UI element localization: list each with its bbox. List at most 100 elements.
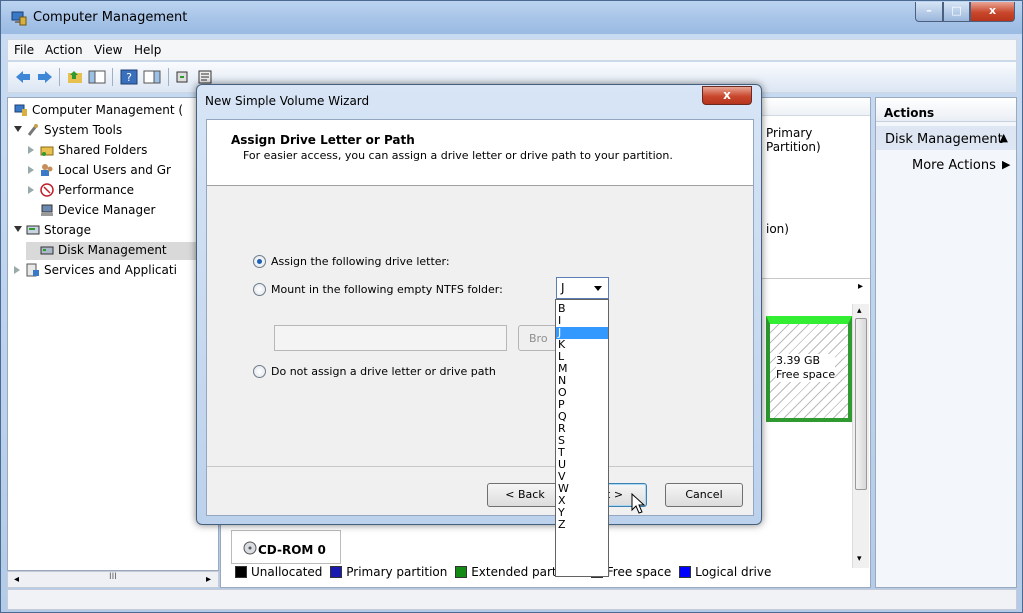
scroll-left-icon[interactable]: ◂ <box>14 574 19 585</box>
help-icon[interactable]: ? <box>120 69 138 85</box>
collapsed-arrow-icon[interactable] <box>14 266 20 274</box>
disk-vertical-scrollbar[interactable]: ▴ ▾ <box>852 304 869 568</box>
toolbar-separator <box>168 68 169 86</box>
back-arrow-icon[interactable] <box>14 69 32 85</box>
cancel-button[interactable]: Cancel <box>665 483 743 507</box>
scroll-right-icon[interactable]: ▸ <box>858 281 863 292</box>
shared-folder-icon <box>40 146 54 156</box>
device-manager-icon <box>41 204 53 216</box>
tree-item-device-manager[interactable]: Device Manager <box>26 202 218 220</box>
tree-item-system-tools[interactable]: System Tools <box>12 122 218 140</box>
tree-item-performance[interactable]: Performance <box>26 182 218 200</box>
more-actions-item[interactable]: More Actions ▶ <box>912 158 1010 173</box>
scroll-down-icon[interactable]: ▾ <box>857 554 862 564</box>
drive-letter-option[interactable]: B <box>556 303 608 315</box>
scroll-up-icon[interactable]: ▴ <box>857 306 862 316</box>
expanded-arrow-icon[interactable] <box>14 226 22 232</box>
tree-item-local-users[interactable]: Local Users and Gr <box>26 162 218 180</box>
wizard-subheading: For easier access, you can assign a driv… <box>243 149 673 162</box>
up-folder-icon[interactable] <box>66 69 84 85</box>
radio-assign-letter-label[interactable]: Assign the following drive letter: <box>271 255 450 268</box>
tree-horizontal-scrollbar[interactable]: ◂ III ▸ <box>7 571 219 588</box>
tree-label: Shared Folders <box>58 143 148 157</box>
free-space-text: Free space <box>776 368 836 381</box>
tree-label: Disk Management <box>58 243 167 257</box>
wizard-separator <box>207 466 753 467</box>
actions-section-disk-management[interactable]: Disk Management ▲ <box>876 126 1016 150</box>
tree-item-services[interactable]: Services and Applicati <box>12 262 218 280</box>
minimize-button[interactable]: – <box>915 2 943 22</box>
free-space-size: 3.39 GB <box>776 354 821 367</box>
partition-type-text: Primary Partition) <box>766 126 821 154</box>
computer-management-window: Computer Management – □ x File Action Vi… <box>0 0 1023 613</box>
radio-assign-letter[interactable] <box>253 255 266 268</box>
computer-management-icon <box>14 104 27 116</box>
collapse-up-icon[interactable]: ▲ <box>1000 131 1008 144</box>
show-hide-tree-icon[interactable] <box>88 69 106 85</box>
connect-icon[interactable] <box>174 69 192 85</box>
collapsed-arrow-icon[interactable] <box>28 146 34 154</box>
ntfs-folder-path-input[interactable] <box>274 325 507 351</box>
scroll-right-icon[interactable]: ▸ <box>206 574 211 585</box>
drive-letter-select[interactable]: J <box>556 277 609 299</box>
legend-label: Free space <box>606 565 672 579</box>
actions-pane: Actions Disk Management ▲ More Actions ▶ <box>875 97 1017 588</box>
legend-primary-swatch <box>330 566 343 578</box>
partition-type-text: ion) <box>766 222 789 236</box>
tree-item-disk-management[interactable]: Disk Management <box>26 242 218 260</box>
free-space-partition[interactable]: 3.39 GB Free space <box>766 316 852 422</box>
drive-letter-option[interactable]: Z <box>556 519 608 531</box>
radio-mount-folder[interactable] <box>253 283 266 296</box>
radio-mount-folder-label[interactable]: Mount in the following empty NTFS folder… <box>271 283 503 296</box>
legend-logical-swatch <box>679 566 692 578</box>
legend-unallocated-swatch <box>235 566 247 578</box>
legend-label: Primary partition <box>346 565 448 579</box>
dialog-close-button[interactable]: x <box>702 86 752 105</box>
forward-arrow-icon[interactable] <box>36 69 54 85</box>
action-pane-icon[interactable] <box>143 69 161 85</box>
toolbar-separator <box>112 68 113 86</box>
scroll-thumb[interactable] <box>855 318 867 490</box>
computer-management-icon <box>11 11 27 26</box>
menu-file[interactable]: File <box>14 43 34 57</box>
tree-label: Services and Applicati <box>44 263 177 277</box>
tree-item-storage[interactable]: Storage <box>12 222 218 240</box>
wizard-header: Assign Drive Letter or Path For easier a… <box>207 120 753 186</box>
close-button[interactable]: x <box>970 2 1015 22</box>
legend-label: Unallocated <box>251 565 323 579</box>
drive-letter-dropdown-list[interactable]: BIJKLMNOPQRSTUVWXYZ <box>555 299 609 577</box>
tree-item-computer-management[interactable]: Computer Management ( <box>12 102 218 120</box>
legend-extended-swatch <box>455 566 468 578</box>
performance-icon <box>40 183 54 197</box>
collapsed-arrow-icon[interactable] <box>28 166 34 174</box>
more-actions-label: More Actions <box>912 158 996 173</box>
wizard-heading: Assign Drive Letter or Path <box>231 133 415 147</box>
menu-view[interactable]: View <box>94 43 122 57</box>
properties-icon[interactable] <box>196 69 214 85</box>
radio-no-letter-label[interactable]: Do not assign a drive letter or drive pa… <box>271 365 496 378</box>
drive-letter-value: J <box>561 281 565 295</box>
navigation-tree: Computer Management ( System Tools Share… <box>7 97 219 571</box>
submenu-arrow-icon: ▶ <box>1002 158 1011 171</box>
services-icon <box>26 263 39 277</box>
menu-help[interactable]: Help <box>134 43 161 57</box>
toolbar-separator <box>59 68 60 86</box>
title-bar[interactable]: Computer Management – □ x <box>1 1 1022 34</box>
tree-item-shared-folders[interactable]: Shared Folders <box>26 142 218 160</box>
cdrom-label-box[interactable]: CD-ROM 0 <box>231 530 341 564</box>
maximize-button[interactable]: □ <box>943 2 970 22</box>
collapsed-arrow-icon[interactable] <box>28 186 34 194</box>
tree-label: Computer Management ( <box>32 103 184 117</box>
drive-letter-option[interactable]: I <box>556 315 608 327</box>
back-button[interactable]: < Back <box>487 483 563 507</box>
menu-action[interactable]: Action <box>45 43 83 57</box>
tree-label: Local Users and Gr <box>58 163 171 177</box>
dropdown-arrow-icon[interactable] <box>594 286 602 291</box>
cdrom-label: CD-ROM 0 <box>258 543 326 557</box>
tree-label: Device Manager <box>58 203 156 217</box>
wizard-body: Assign Drive Letter or Path For easier a… <box>206 119 754 577</box>
scroll-thumb[interactable]: III <box>109 572 117 582</box>
mouse-cursor-icon <box>631 493 646 514</box>
radio-no-letter[interactable] <box>253 365 266 378</box>
expanded-arrow-icon[interactable] <box>14 126 22 132</box>
